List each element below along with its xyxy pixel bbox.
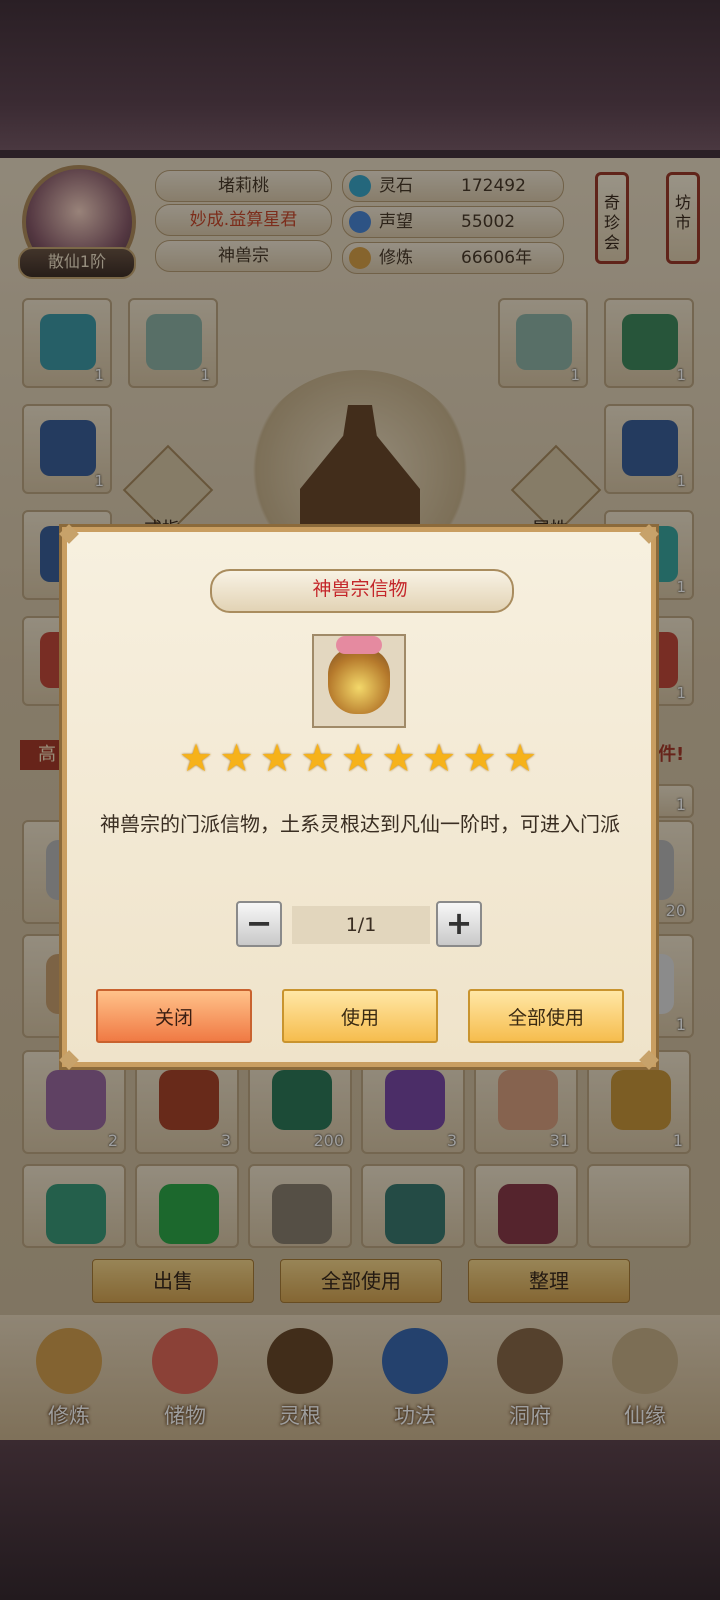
item-description: 神兽宗的门派信物，土系灵根达到凡仙一阶时，可进入门派 xyxy=(100,812,620,836)
use-all-button[interactable]: 全部使用 xyxy=(468,989,624,1043)
star-icon: ★ xyxy=(421,736,457,780)
increase-quantity-button[interactable]: + xyxy=(436,901,482,947)
bag-ribbon xyxy=(336,636,382,654)
top-dark-band xyxy=(0,0,720,150)
sect-token-bag-icon xyxy=(328,648,390,714)
use-button[interactable]: 使用 xyxy=(282,989,438,1043)
decrease-quantity-button[interactable]: − xyxy=(236,901,282,947)
star-icon: ★ xyxy=(340,736,376,780)
star-icon: ★ xyxy=(300,736,335,780)
star-icon: ★ xyxy=(381,736,416,780)
modal-title: 神兽宗信物 xyxy=(312,578,408,600)
star-icon: ★ xyxy=(178,736,214,780)
star-icon: ★ xyxy=(462,736,497,780)
bottom-dark-band xyxy=(0,1440,720,1600)
close-button[interactable]: 关闭 xyxy=(96,989,252,1043)
star-icon: ★ xyxy=(502,736,538,780)
star-icon: ★ xyxy=(219,736,254,780)
quantity-display: 1/1 xyxy=(292,906,430,944)
star-icon: ★ xyxy=(259,736,295,780)
